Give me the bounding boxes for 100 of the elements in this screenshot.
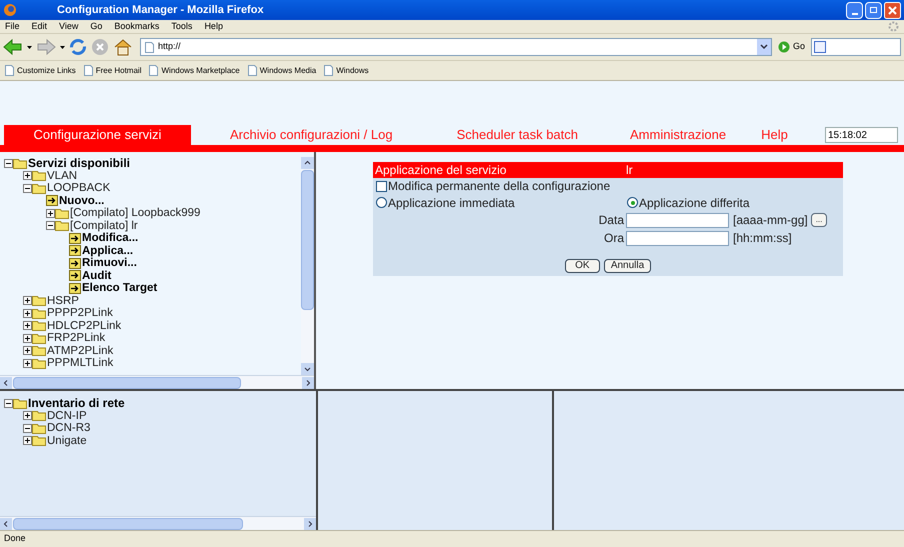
bookmark-link[interactable]: Windows xyxy=(324,64,369,76)
tree-item[interactable]: HDLCP2PLink xyxy=(47,320,122,332)
tree-item[interactable]: FRP2PLink xyxy=(47,332,106,344)
tree-item[interactable]: VLAN xyxy=(47,170,78,182)
folder-icon xyxy=(13,398,27,409)
reload-icon[interactable] xyxy=(69,38,87,56)
scroll-right-icon[interactable] xyxy=(304,518,316,530)
field-label: Ora xyxy=(602,230,624,247)
bookmark-link[interactable]: Customize Links xyxy=(5,64,76,76)
tree-item[interactable]: DCN-IP xyxy=(47,410,87,422)
tree-item[interactable]: PPPMLTLink xyxy=(47,357,114,370)
collapse-icon[interactable] xyxy=(4,398,13,408)
expand-icon[interactable] xyxy=(23,411,32,420)
back-arrow-icon[interactable] xyxy=(3,38,23,56)
collapse-icon[interactable] xyxy=(23,184,32,193)
date-field[interactable] xyxy=(626,212,729,228)
tree-action[interactable]: Elenco Target xyxy=(82,282,158,294)
tree-item[interactable]: [Compilato] Loopback999 xyxy=(70,207,200,220)
menu-item[interactable]: File xyxy=(5,20,20,34)
scroll-down-icon[interactable] xyxy=(301,363,314,375)
checkbox[interactable] xyxy=(376,180,387,192)
nav-tab[interactable]: Help xyxy=(761,125,788,145)
horizontal-scrollbar[interactable] xyxy=(0,516,316,530)
scroll-right-icon[interactable] xyxy=(302,376,314,388)
nav-tab[interactable]: Scheduler task batch xyxy=(456,125,578,145)
bookmark-link[interactable]: Free Hotmail xyxy=(84,64,142,76)
expand-icon[interactable] xyxy=(23,436,32,446)
scroll-thumb[interactable] xyxy=(13,376,241,388)
tree-item[interactable]: [Compilato] lr xyxy=(70,220,138,232)
form-button[interactable]: OK xyxy=(564,259,600,273)
search-engine-icon[interactable] xyxy=(814,41,826,53)
tree-item[interactable]: Inventario di rete xyxy=(28,397,125,410)
collapse-icon[interactable] xyxy=(4,158,13,168)
expand-icon[interactable] xyxy=(23,334,32,343)
menu-item[interactable]: View xyxy=(59,20,78,34)
clock-field: 15:18:02 xyxy=(825,127,898,143)
nav-tab[interactable]: Configurazione servizi xyxy=(4,125,191,145)
folder-icon xyxy=(32,182,46,194)
tree-action[interactable]: Audit xyxy=(82,270,112,282)
nav-tab[interactable]: Amministrazione xyxy=(630,125,726,145)
horizontal-scrollbar[interactable] xyxy=(0,375,314,389)
caret-icon[interactable] xyxy=(60,46,65,48)
menu-item[interactable]: Edit xyxy=(32,20,48,34)
collapse-icon[interactable] xyxy=(46,221,55,230)
menu-item[interactable]: Help xyxy=(204,20,223,34)
menu-item[interactable]: Bookmarks xyxy=(114,20,160,34)
format-hint: [aaaa-mm-gg] xyxy=(733,212,808,229)
tree-item[interactable]: ATMP2PLink xyxy=(47,344,114,357)
minimize-icon[interactable] xyxy=(846,2,863,18)
tree-item[interactable]: DCN-R3 xyxy=(47,422,90,434)
expand-icon[interactable] xyxy=(23,171,32,180)
scroll-up-icon[interactable] xyxy=(301,157,314,169)
radio-button[interactable] xyxy=(627,197,638,208)
expand-icon[interactable] xyxy=(23,321,32,330)
restore-icon[interactable] xyxy=(865,2,882,18)
expand-icon[interactable] xyxy=(46,208,55,218)
bookmark-link[interactable]: Windows Marketplace xyxy=(149,64,240,76)
expand-icon[interactable] xyxy=(23,308,32,318)
bookmark-link[interactable]: Windows Media xyxy=(248,64,316,76)
tree-action[interactable]: Nuovo... xyxy=(59,194,104,207)
expand-icon[interactable] xyxy=(23,346,32,356)
folder-icon xyxy=(32,422,46,434)
search-field[interactable] xyxy=(811,38,901,56)
scroll-thumb[interactable] xyxy=(13,518,243,530)
arrow-icon xyxy=(69,232,81,244)
scroll-left-icon[interactable] xyxy=(0,376,12,388)
arrow-icon xyxy=(69,270,81,282)
folder-icon xyxy=(55,208,69,219)
tree-item[interactable]: Unigate xyxy=(47,434,87,447)
caret-icon[interactable] xyxy=(27,46,32,48)
vertical-scrollbar[interactable] xyxy=(301,157,314,375)
dropdown-icon[interactable] xyxy=(757,39,771,55)
arrow-icon xyxy=(69,245,81,256)
tree-item[interactable]: Servizi disponibili xyxy=(28,157,130,170)
go-button[interactable]: Go xyxy=(776,40,808,54)
home-icon[interactable] xyxy=(113,38,133,56)
close-icon[interactable] xyxy=(884,2,901,18)
tree-action[interactable]: Applica... xyxy=(82,244,134,257)
collapse-icon[interactable] xyxy=(23,424,32,433)
address-field[interactable]: http:// xyxy=(140,38,772,56)
time-field[interactable] xyxy=(626,230,729,246)
menu-item[interactable]: Tools xyxy=(171,20,192,34)
expand-icon[interactable] xyxy=(23,358,32,368)
tree-item[interactable]: LOOPBACK xyxy=(47,182,110,194)
field-label: Data xyxy=(598,212,624,229)
expand-icon[interactable] xyxy=(23,296,32,306)
radio-button[interactable] xyxy=(376,197,387,208)
radio-label: Applicazione differita xyxy=(639,194,750,212)
form-button[interactable]: Annulla xyxy=(604,259,652,273)
scroll-left-icon[interactable] xyxy=(0,518,12,530)
menu-item[interactable]: Go xyxy=(90,20,102,34)
scroll-thumb[interactable] xyxy=(301,170,314,310)
tree-action[interactable]: Modifica... xyxy=(82,232,138,244)
tree-item[interactable]: HSRP xyxy=(47,294,79,307)
folder-icon xyxy=(55,220,69,232)
nav-tab[interactable]: Archivio configurazioni / Log xyxy=(230,125,393,145)
tree-action[interactable]: Rimuovi... xyxy=(82,257,137,270)
tree-item[interactable]: PPPP2PLink xyxy=(47,307,113,320)
date-picker-button[interactable]: ... xyxy=(810,213,828,227)
status-bar: Done xyxy=(0,530,904,547)
